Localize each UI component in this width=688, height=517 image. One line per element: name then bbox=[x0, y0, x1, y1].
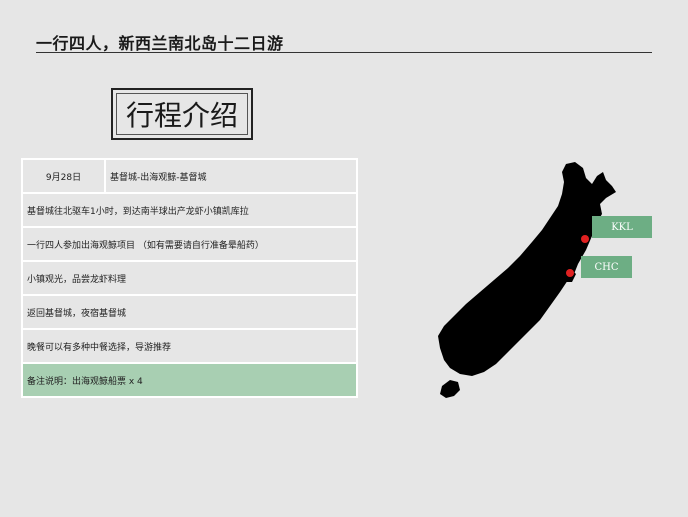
table-row: 返回基督城，夜宿基督城 bbox=[21, 294, 358, 330]
itinerary-item: 基督城往北驱车1小时，到达南半球出产龙虾小镇凯库拉 bbox=[21, 192, 358, 228]
note-cell: 备注说明：出海观鲸船票 x 4 bbox=[21, 362, 358, 398]
itinerary-item: 晚餐可以有多种中餐选择，导游推荐 bbox=[21, 328, 358, 364]
stewart-island-shape bbox=[440, 380, 460, 398]
chc-label: CHC bbox=[581, 256, 632, 278]
page-title: 一行四人，新西兰南北岛十二日游 bbox=[36, 34, 284, 53]
itinerary-table: 9月28日 基督城-出海观鲸-基督城 基督城往北驱车1小时，到达南半球出产龙虾小… bbox=[21, 158, 358, 398]
section-title: 行程介绍 bbox=[125, 99, 238, 132]
note-row: 备注说明：出海观鲸船票 x 4 bbox=[21, 362, 358, 398]
itinerary-item: 返回基督城，夜宿基督城 bbox=[21, 294, 358, 330]
kkl-marker bbox=[581, 235, 589, 243]
title-divider bbox=[36, 52, 652, 53]
date-cell: 9月28日 bbox=[21, 158, 106, 194]
chc-marker bbox=[566, 269, 574, 277]
table-row: 晚餐可以有多种中餐选择，导游推荐 bbox=[21, 328, 358, 364]
table-row: 9月28日 基督城-出海观鲸-基督城 bbox=[21, 158, 358, 194]
table-row: 基督城往北驱车1小时，到达南半球出产龙虾小镇凯库拉 bbox=[21, 192, 358, 228]
table-row: 小镇观光，品尝龙虾料理 bbox=[21, 260, 358, 296]
itinerary-item: 小镇观光，品尝龙虾料理 bbox=[21, 260, 358, 296]
table-row: 一行四人参加出海观鲸项目 （如有需要请自行准备晕船药） bbox=[21, 226, 358, 262]
kkl-label: KKL bbox=[592, 216, 652, 238]
south-island-map bbox=[438, 162, 616, 398]
section-title-box: 行程介绍 bbox=[111, 88, 253, 140]
itinerary-item: 一行四人参加出海观鲸项目 （如有需要请自行准备晕船药） bbox=[21, 226, 358, 262]
route-cell: 基督城-出海观鲸-基督城 bbox=[104, 158, 358, 194]
